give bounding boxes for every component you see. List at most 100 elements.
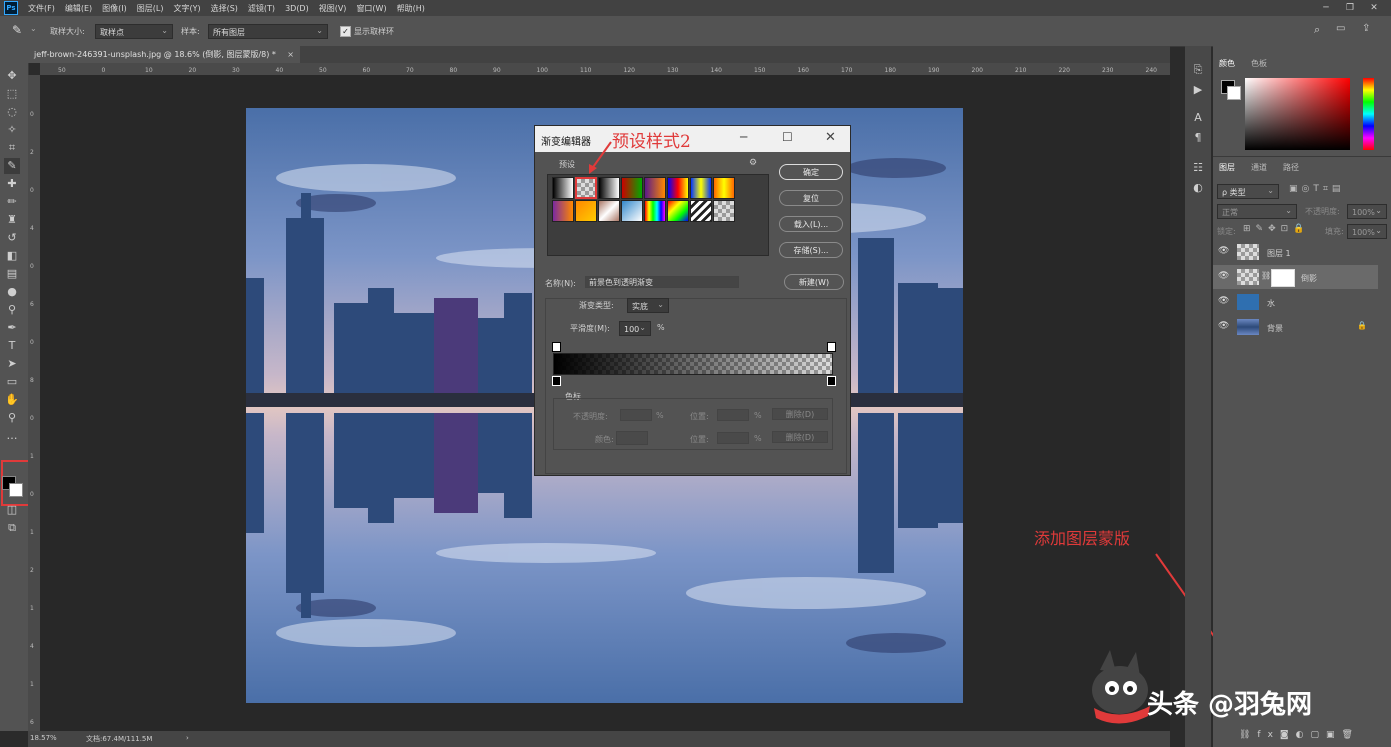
- hand-tool-icon[interactable]: ✋: [4, 392, 20, 408]
- layer-row-selected[interactable]: 👁 ⛓ 倒影: [1213, 265, 1378, 289]
- dialog-titlebar[interactable]: 渐变编辑器 ─ ☐ ✕: [535, 126, 850, 152]
- menu-window[interactable]: 窗口(W): [356, 3, 386, 14]
- preset-red-green[interactable]: [621, 177, 643, 199]
- properties-panel-icon[interactable]: ☷: [1190, 160, 1206, 176]
- reset-button[interactable]: 复位: [779, 190, 843, 206]
- stop-opacity-location-input[interactable]: [717, 409, 749, 421]
- quick-select-icon[interactable]: ✧: [4, 122, 20, 138]
- preset-chrome[interactable]: [598, 200, 620, 222]
- adjustments-panel-icon[interactable]: ◐: [1190, 180, 1206, 196]
- sample-select[interactable]: 所有图层: [208, 23, 328, 39]
- close-tab-icon[interactable]: ×: [287, 46, 294, 63]
- visibility-eye-icon[interactable]: 👁: [1218, 296, 1229, 306]
- tab-layers[interactable]: 图层: [1219, 162, 1235, 173]
- paragraph-panel-icon[interactable]: ¶: [1190, 130, 1206, 146]
- menu-filter[interactable]: 滤镜(T): [248, 3, 275, 14]
- eyedropper-icon[interactable]: ✎: [12, 23, 22, 37]
- blur-tool-icon[interactable]: ●: [4, 284, 20, 300]
- visibility-eye-icon[interactable]: 👁: [1218, 246, 1229, 256]
- tab-channels[interactable]: 通道: [1251, 162, 1267, 173]
- sample-size-select[interactable]: 取样点: [95, 23, 173, 39]
- eyedropper-tool-icon[interactable]: ✎: [4, 158, 20, 174]
- stop-color-swatch[interactable]: [616, 431, 648, 445]
- menu-file[interactable]: 文件(F): [28, 3, 55, 14]
- new-button[interactable]: 新建(W): [784, 274, 844, 290]
- opacity-stop-right[interactable]: [827, 342, 836, 352]
- stop-color-delete-button[interactable]: 删除(D): [772, 431, 828, 443]
- menu-help[interactable]: 帮助(H): [397, 3, 425, 14]
- menu-3d[interactable]: 3D(D): [285, 4, 309, 13]
- layer-footer-icons[interactable]: ⛓fx◙◐▢▣🗑: [1239, 730, 1360, 740]
- stop-opacity-input[interactable]: [620, 409, 652, 421]
- color-stop-right[interactable]: [827, 376, 836, 386]
- preset-violet-orange[interactable]: [644, 177, 666, 199]
- more-tools-icon[interactable]: …: [4, 428, 20, 444]
- opacity-input[interactable]: 100%: [1347, 203, 1387, 219]
- type-tool-icon[interactable]: T: [4, 338, 20, 354]
- menu-type[interactable]: 文字(Y): [173, 3, 200, 14]
- load-button[interactable]: 载入(L)...: [779, 216, 843, 232]
- history-panel-icon[interactable]: ⎘: [1190, 62, 1206, 78]
- dialog-close-icon[interactable]: ✕: [825, 130, 836, 145]
- preset-fg-transparent[interactable]: [575, 177, 597, 199]
- preset-orange-yellow[interactable]: [713, 177, 735, 199]
- zoom-tool-icon[interactable]: ⚲: [4, 410, 20, 426]
- presets-gear-icon[interactable]: ⚙: [749, 158, 757, 168]
- brush-tool-icon[interactable]: ✏: [4, 194, 20, 210]
- menu-image[interactable]: 图像(I): [102, 3, 127, 14]
- layer-filter-icons[interactable]: ▣◎T⌗▤: [1289, 184, 1344, 194]
- blend-mode-select[interactable]: 正常: [1217, 203, 1297, 219]
- visibility-eye-icon[interactable]: 👁: [1218, 321, 1229, 331]
- show-ring-checkbox[interactable]: ✓: [340, 26, 351, 37]
- tab-paths[interactable]: 路径: [1283, 162, 1299, 173]
- dodge-tool-icon[interactable]: ⚲: [4, 302, 20, 318]
- preset-blue-yellow-blue[interactable]: [690, 177, 712, 199]
- menu-select[interactable]: 选择(S): [211, 3, 238, 14]
- crop-tool-icon[interactable]: ⌗: [4, 140, 20, 156]
- clone-stamp-icon[interactable]: ♜: [4, 212, 20, 228]
- document-tab[interactable]: jeff-brown-246391-unsplash.jpg @ 18.6% (…: [28, 46, 300, 63]
- path-select-icon[interactable]: ➤: [4, 356, 20, 372]
- workspace-icon[interactable]: ▭: [1336, 23, 1345, 34]
- preset-stripes[interactable]: [690, 200, 712, 222]
- preset-copper[interactable]: [575, 200, 597, 222]
- share-icon[interactable]: ⇪: [1362, 23, 1370, 34]
- menu-layer[interactable]: 图层(L): [137, 3, 164, 14]
- tab-color[interactable]: 颜色: [1219, 58, 1235, 69]
- save-button[interactable]: 存储(S)...: [779, 242, 843, 258]
- dialog-minimize-icon[interactable]: ─: [740, 130, 747, 144]
- name-input[interactable]: 前景色到透明渐变: [585, 276, 739, 288]
- pen-tool-icon[interactable]: ✒: [4, 320, 20, 336]
- tab-swatches[interactable]: 色板: [1251, 58, 1267, 69]
- rectangle-tool-icon[interactable]: ▭: [4, 374, 20, 390]
- color-field[interactable]: [1245, 78, 1350, 150]
- background-color-swatch[interactable]: [9, 483, 23, 497]
- marquee-tool-icon[interactable]: ⬚: [4, 86, 20, 102]
- lasso-tool-icon[interactable]: ◌: [4, 104, 20, 120]
- panel-background-swatch[interactable]: [1227, 86, 1241, 100]
- screen-mode-icon[interactable]: ⧉: [4, 520, 20, 536]
- layer-row[interactable]: 👁 水: [1213, 290, 1378, 314]
- hue-slider[interactable]: [1363, 78, 1374, 150]
- status-arrow-icon[interactable]: ›: [186, 734, 189, 742]
- mask-link-icon[interactable]: ⛓: [1261, 271, 1271, 280]
- stop-opacity-delete-button[interactable]: 删除(D): [772, 408, 828, 420]
- stop-color-location-input[interactable]: [717, 432, 749, 444]
- gradient-bar[interactable]: [553, 353, 833, 375]
- minimize-icon[interactable]: ─: [1314, 0, 1338, 16]
- gradient-type-select[interactable]: 实底: [627, 297, 669, 313]
- character-panel-icon[interactable]: A: [1190, 110, 1206, 126]
- move-tool-icon[interactable]: ✥: [4, 68, 20, 84]
- zoom-level[interactable]: 18.57%: [30, 734, 57, 742]
- chevron-down-icon[interactable]: ⌄: [30, 24, 37, 33]
- color-stop-left[interactable]: [552, 376, 561, 386]
- layer-kind-filter[interactable]: ρ 类型: [1217, 183, 1279, 199]
- search-icon[interactable]: ⌕: [1314, 23, 1320, 37]
- history-brush-icon[interactable]: ↺: [4, 230, 20, 246]
- gradient-tool-icon[interactable]: ▤: [4, 266, 20, 282]
- menu-edit[interactable]: 编辑(E): [65, 3, 92, 14]
- preset-blue-white[interactable]: [621, 200, 643, 222]
- preset-blue-red-yellow[interactable]: [667, 177, 689, 199]
- layer-mask-thumbnail[interactable]: [1271, 269, 1295, 287]
- actions-play-icon[interactable]: ▶: [1190, 82, 1206, 98]
